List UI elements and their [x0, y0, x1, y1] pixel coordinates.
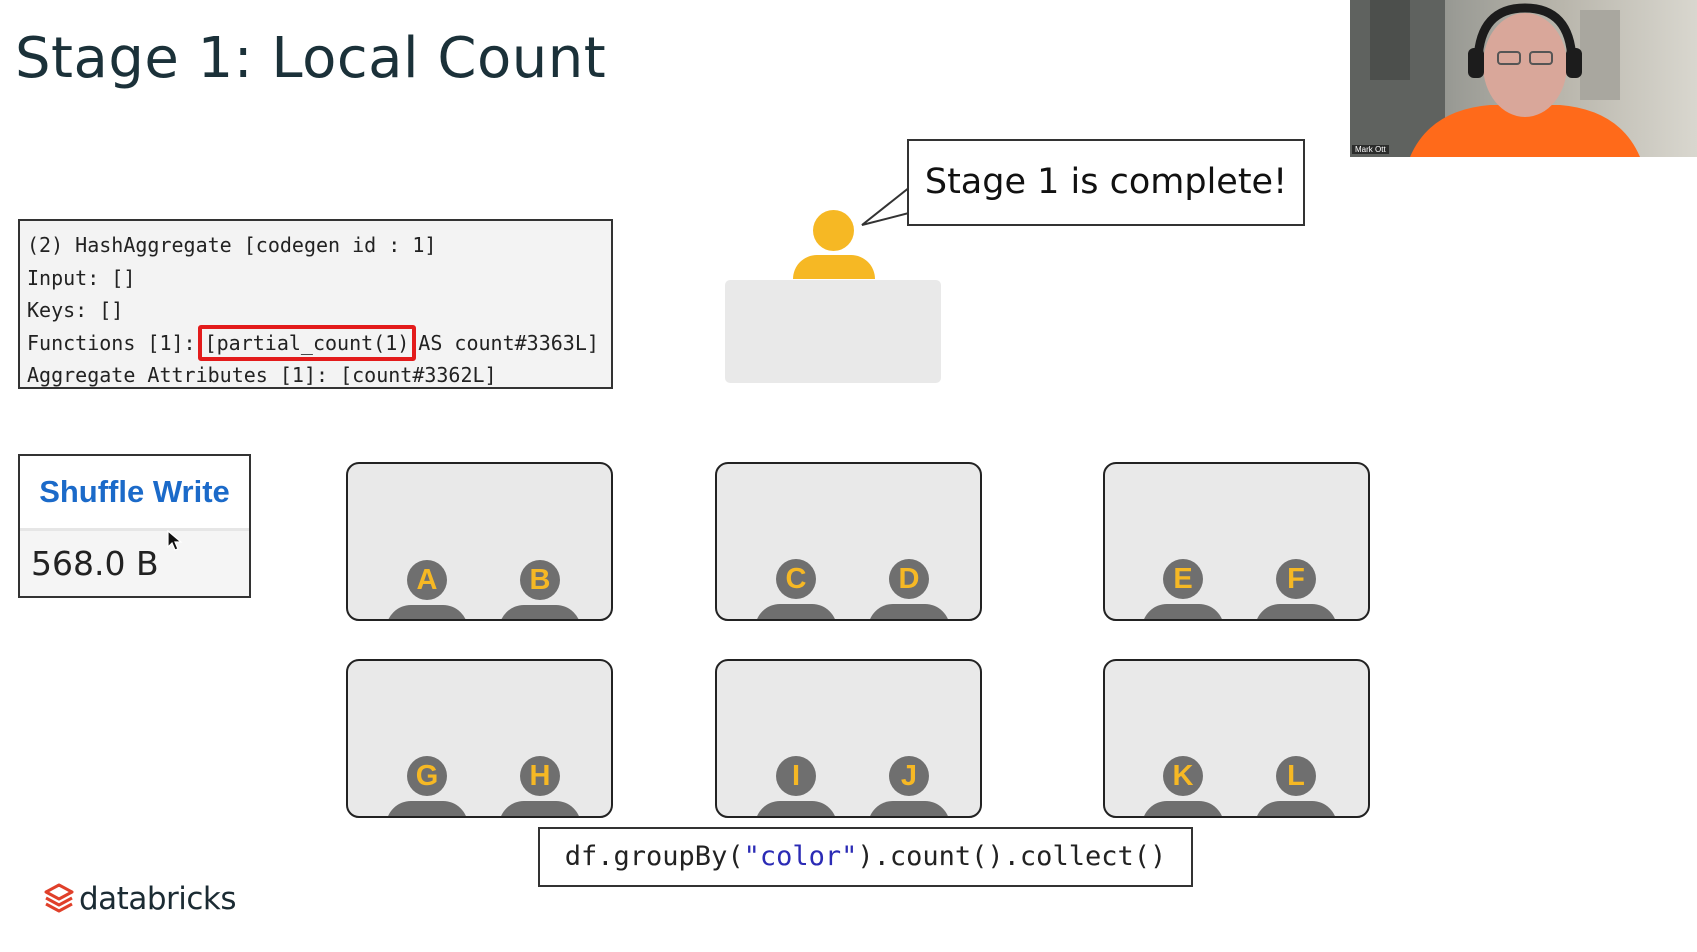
- plan-line-functions: Functions [1]: [partial_count(1) AS count#…: [27, 324, 604, 361]
- shuffle-write-heading: Shuffle Write: [20, 456, 249, 531]
- webcam-name-label: Mark Ott: [1352, 145, 1389, 154]
- plan-line: Input: []: [27, 265, 136, 290]
- task-slot-label: J: [889, 756, 929, 796]
- plan-line: Aggregate Attributes [1]: [count#3362L]: [27, 363, 497, 387]
- plan-line: Keys: []: [27, 298, 124, 322]
- slide-title: Stage 1: Local Count: [15, 26, 607, 91]
- task-slot-label: L: [1276, 756, 1316, 796]
- task-slot-label: B: [520, 560, 560, 600]
- task-slot-label: A: [407, 560, 447, 600]
- task-slot-body: [1255, 801, 1337, 816]
- shuffle-write-value: 568.0 B: [31, 544, 159, 583]
- task-slot-label: C: [776, 559, 816, 599]
- functions-label: Functions [1]:: [27, 330, 196, 355]
- task-slot-body: [386, 801, 468, 816]
- task-slot-label: D: [889, 559, 929, 599]
- command-part: df.groupBy(: [564, 841, 744, 872]
- speech-bubble: Stage 1 is complete!: [907, 139, 1305, 226]
- task-slot-body: [1255, 604, 1337, 619]
- task-slot-label: F: [1276, 559, 1316, 599]
- functions-alias: AS count#3363L]: [418, 330, 599, 355]
- task-slot-label: H: [520, 756, 560, 796]
- executor-box: K L: [1103, 659, 1370, 818]
- task-slot-body: [499, 801, 581, 816]
- mouse-pointer-icon: [167, 530, 183, 551]
- driver-person-body: [793, 255, 875, 279]
- task-slot-body: [499, 605, 581, 619]
- databricks-logo-icon: [44, 883, 74, 913]
- executor-box: A B: [346, 462, 613, 621]
- task-slot-label: K: [1163, 756, 1203, 796]
- task-slot-body: [386, 605, 468, 619]
- command-part: ).count().collect(): [857, 841, 1167, 872]
- executor-box: G H: [346, 659, 613, 818]
- executor-box: I J: [715, 659, 982, 818]
- driver-person-head: [813, 210, 854, 251]
- task-slot-body: [755, 604, 837, 619]
- task-slot-body: [755, 801, 837, 816]
- partial-count-highlight: [partial_count(1): [197, 324, 417, 361]
- shuffle-write-panel: Shuffle Write 568.0 B: [18, 454, 251, 598]
- speech-bubble-tail: [861, 185, 912, 226]
- task-slot-body: [1142, 604, 1224, 619]
- presenter-webcam: Mark Ott: [1350, 0, 1697, 157]
- query-plan-box: (2) HashAggregate [codegen id : 1] Input…: [18, 219, 613, 389]
- task-slot-label: E: [1163, 559, 1203, 599]
- presenter-photo: [1350, 0, 1640, 157]
- plan-line: (2) HashAggregate [codegen id : 1]: [27, 233, 437, 257]
- task-slot-body: [868, 801, 950, 816]
- code-command: df.groupBy("color").count().collect(): [538, 827, 1193, 887]
- executor-box: E F: [1103, 462, 1370, 621]
- executor-box: C D: [715, 462, 982, 621]
- task-slot-body: [868, 604, 950, 619]
- command-string-arg: "color": [743, 841, 858, 872]
- driver-desk: [725, 280, 941, 383]
- task-slot-label: G: [407, 756, 447, 796]
- task-slot-label: I: [776, 756, 816, 796]
- databricks-logo-text: databricks: [79, 881, 237, 917]
- task-slot-body: [1142, 801, 1224, 816]
